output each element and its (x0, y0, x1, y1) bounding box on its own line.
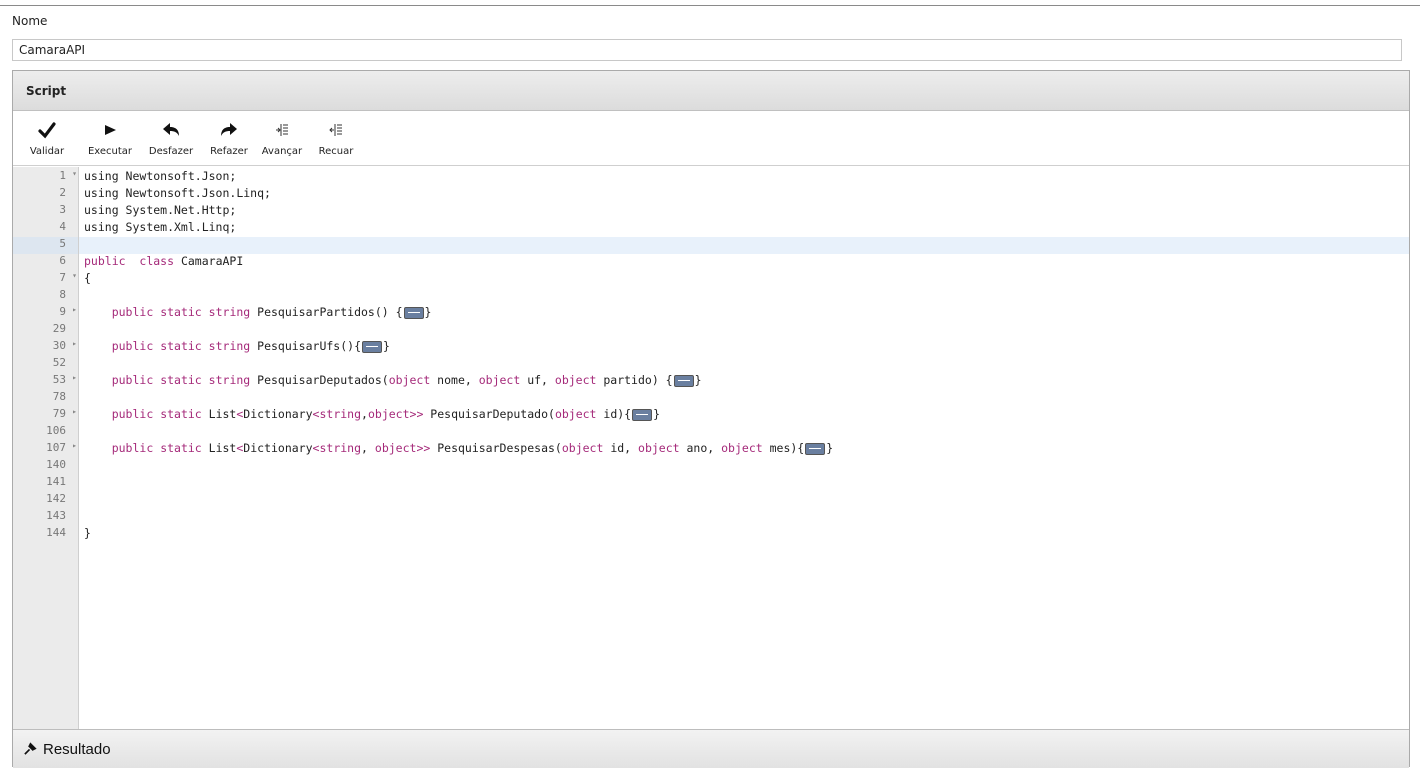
validar-label: Validar (29, 146, 65, 157)
fold-toggle-icon[interactable]: ▸ (72, 339, 77, 348)
folded-code-widget-icon[interactable] (805, 442, 826, 455)
script-panel-header: Script (13, 71, 1409, 111)
code-line[interactable]: public static string PesquisarUfs(){} (84, 339, 390, 353)
folded-code-widget-icon[interactable] (673, 374, 694, 387)
fold-toggle-icon[interactable]: ▾ (72, 169, 77, 178)
result-label: Resultado (43, 741, 111, 758)
recuar-label: Recuar (318, 146, 354, 157)
desfazer-label: Desfazer (148, 146, 194, 157)
script-panel: Script Validar Executar Desfazer Refazer (12, 70, 1410, 768)
line-number-text: 5 (59, 237, 66, 250)
line-number-text: 3 (59, 203, 66, 216)
line-number-text: 52 (52, 356, 66, 369)
folded-code-widget-icon[interactable] (632, 408, 653, 421)
code-line[interactable]: public static string PesquisarDeputados(… (84, 373, 702, 387)
undo-icon (163, 123, 179, 136)
code-line[interactable]: { (84, 271, 91, 285)
panel-title: Script (26, 84, 67, 98)
line-number-text: 2 (59, 186, 66, 199)
folded-code-widget-icon[interactable] (362, 340, 382, 353)
line-number-text: 143 (46, 509, 66, 522)
executar-label: Executar (87, 146, 133, 157)
validar-button[interactable]: Validar (25, 118, 69, 162)
line-number-text: 29 (52, 322, 66, 335)
code-line[interactable]: public class CamaraAPI (84, 254, 243, 268)
fold-toggle-icon[interactable]: ▾ (72, 271, 77, 280)
line-number-text: 4 (59, 220, 66, 233)
outdent-icon (329, 124, 342, 136)
code-area[interactable]: using Newtonsoft.Json; using Newtonsoft.J… (79, 167, 1409, 729)
active-line-highlight (79, 237, 1409, 254)
code-line[interactable]: } (84, 526, 91, 540)
fold-toggle-icon[interactable]: ▸ (72, 373, 77, 382)
result-bar[interactable]: Resultado (13, 729, 1409, 768)
refazer-label: Refazer (210, 146, 248, 157)
pin-icon[interactable] (23, 741, 38, 760)
recuar-button[interactable]: Recuar (313, 118, 359, 162)
line-number-text: 144 (46, 526, 66, 539)
indent-icon (276, 124, 288, 136)
redo-icon (221, 123, 237, 136)
code-line[interactable]: using System.Xml.Linq; (84, 220, 236, 234)
fold-toggle-icon[interactable]: ▸ (72, 305, 77, 314)
folded-code-widget-icon[interactable] (403, 306, 424, 319)
name-label: Nome (12, 14, 48, 28)
code-line[interactable]: public static List<Dictionary<string, ob… (84, 441, 833, 455)
line-number-text: 1 (59, 169, 66, 182)
code-line[interactable]: using Newtonsoft.Json.Linq; (84, 186, 271, 200)
line-number-text: 79 (52, 407, 66, 420)
line-number-text: 30 (52, 339, 66, 352)
code-line[interactable]: public static List<Dictionary<string,obj… (84, 407, 660, 421)
executar-button[interactable]: Executar (81, 118, 139, 162)
script-toolbar: Validar Executar Desfazer Refazer Avança… (13, 112, 1409, 166)
line-number-text: 78 (52, 390, 66, 403)
fold-toggle-icon[interactable]: ▸ (72, 441, 77, 450)
play-icon (105, 125, 116, 135)
code-line[interactable]: using System.Net.Http; (84, 203, 236, 217)
name-input[interactable] (12, 39, 1402, 61)
line-number-text: 142 (46, 492, 66, 505)
line-number-text: 141 (46, 475, 66, 488)
code-line[interactable]: public static string PesquisarPartidos()… (84, 305, 432, 319)
avancar-button[interactable]: Avançar (257, 118, 307, 162)
line-number-text: 106 (46, 424, 66, 437)
line-number-text: 8 (59, 288, 66, 301)
line-number-text: 7 (59, 271, 66, 284)
line-number-text: 140 (46, 458, 66, 471)
line-number-text: 53 (52, 373, 66, 386)
refazer-button[interactable]: Refazer (203, 118, 255, 162)
code-editor[interactable]: 1 ▾ 2 3 4 5 6 7 ▾ 8 9 ▸ 29 30 ▸ 52 53 ▸ 78 79 ▸ 106 107 ▸ 140 141… (13, 167, 1409, 729)
fold-toggle-icon[interactable]: ▸ (72, 407, 77, 416)
active-line-gutter-highlight (13, 237, 78, 254)
desfazer-button[interactable]: Desfazer (143, 118, 199, 162)
top-border (0, 0, 1420, 6)
avancar-label: Avançar (261, 146, 303, 157)
line-number-text: 9 (59, 305, 66, 318)
line-number-gutter: 1 ▾ 2 3 4 5 6 7 ▾ 8 9 ▸ 29 30 ▸ 52 53 ▸ 78 79 ▸ 106 107 ▸ 140 141… (13, 167, 79, 729)
line-number-text: 6 (59, 254, 66, 267)
code-line[interactable]: using Newtonsoft.Json; (84, 169, 236, 183)
line-number-text: 107 (46, 441, 66, 454)
checkmark-icon (38, 122, 56, 139)
